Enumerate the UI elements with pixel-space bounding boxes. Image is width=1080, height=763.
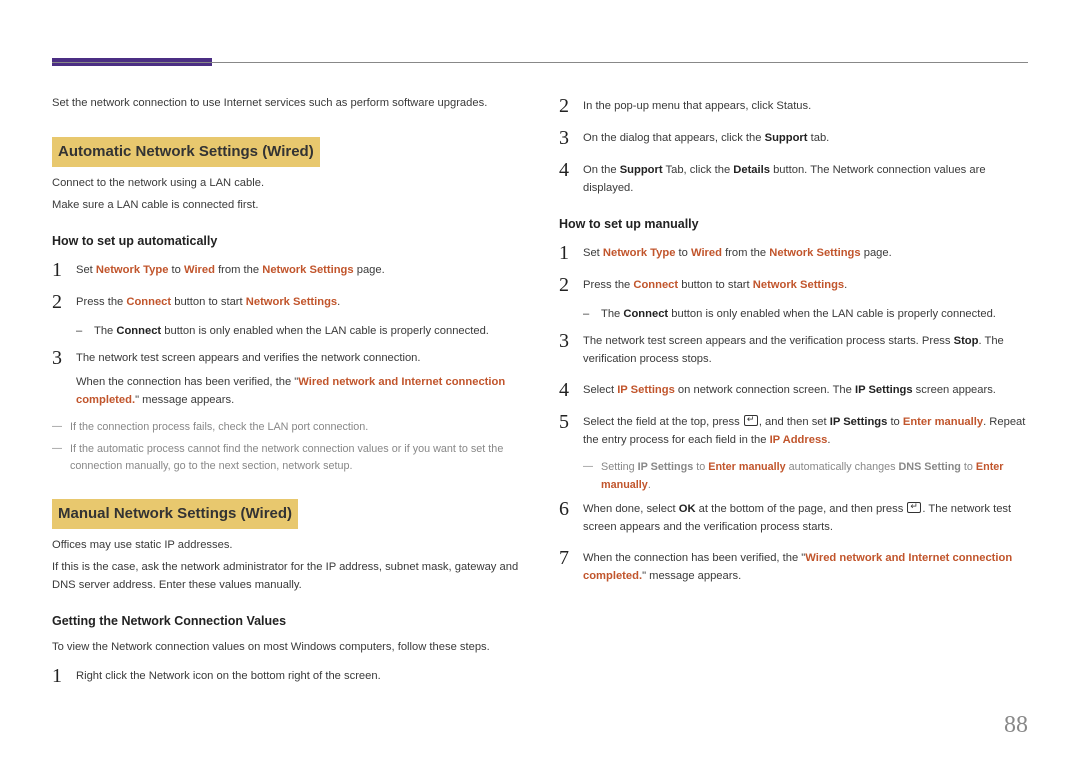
auto-desc-2: Make sure a LAN cable is connected first… — [52, 197, 521, 215]
manual-step-1: 1 Set Network Type to Wired from the Net… — [559, 242, 1028, 264]
intro-text: Set the network connection to use Intern… — [52, 95, 521, 113]
step-number: 5 — [559, 411, 583, 433]
values-step-2: 2 In the pop-up menu that appears, click… — [559, 95, 1028, 117]
page-body: Set the network connection to use Intern… — [52, 95, 1028, 697]
step-number: 1 — [52, 259, 76, 281]
step-body: On the dialog that appears, click the Su… — [583, 127, 1028, 148]
step-number: 2 — [52, 291, 76, 313]
step-body: The network test screen appears and the … — [583, 330, 1028, 369]
note-icon: ― — [52, 441, 70, 476]
right-column: 2 In the pop-up menu that appears, click… — [559, 95, 1028, 697]
step-number: 3 — [559, 330, 583, 352]
step-body: Press the Connect button to start Networ… — [76, 291, 521, 312]
step-body: Set Network Type to Wired from the Netwo… — [583, 242, 1028, 263]
auto-step-3: 3 The network test screen appears and ve… — [52, 347, 521, 410]
step-body: The network test screen appears and veri… — [76, 347, 521, 410]
heading-manual: Manual Network Settings (Wired) — [52, 499, 298, 529]
manual-step-2: 2 Press the Connect button to start Netw… — [559, 274, 1028, 296]
enter-key-icon — [907, 502, 921, 513]
subheading-auto-setup: How to set up automatically — [52, 231, 521, 251]
step-body: Right click the Network icon on the bott… — [76, 665, 521, 686]
left-column: Set the network connection to use Intern… — [52, 95, 521, 697]
heading-automatic: Automatic Network Settings (Wired) — [52, 137, 320, 167]
manual-step-4: 4 Select IP Settings on network connecti… — [559, 379, 1028, 401]
step-number: 1 — [52, 665, 76, 687]
manual-desc-1: Offices may use static IP addresses. — [52, 537, 521, 555]
subheading-manual-setup: How to set up manually — [559, 214, 1028, 234]
step-body: Press the Connect button to start Networ… — [583, 274, 1028, 295]
manual-step-6: 6 When done, select OK at the bottom of … — [559, 498, 1028, 537]
manual-step-3: 3 The network test screen appears and th… — [559, 330, 1028, 369]
page-number: 88 — [1004, 712, 1028, 739]
auto-note-2: ― If the automatic process cannot find t… — [52, 441, 521, 476]
step-body: Select IP Settings on network connection… — [583, 379, 1028, 400]
step-body: When done, select OK at the bottom of th… — [583, 498, 1028, 537]
step-number: 3 — [559, 127, 583, 149]
auto-step-2: 2 Press the Connect button to start Netw… — [52, 291, 521, 313]
auto-desc-1: Connect to the network using a LAN cable… — [52, 175, 521, 193]
note-icon: ― — [583, 459, 601, 494]
values-step-3: 3 On the dialog that appears, click the … — [559, 127, 1028, 149]
header-rule — [52, 62, 1028, 63]
step-number: 2 — [559, 274, 583, 296]
step-number: 4 — [559, 159, 583, 181]
auto-step-1: 1 Set Network Type to Wired from the Net… — [52, 259, 521, 281]
step-number: 6 — [559, 498, 583, 520]
step-number: 1 — [559, 242, 583, 264]
step-body: Select the field at the top, press , and… — [583, 411, 1028, 450]
manual-desc-2: If this is the case, ask the network adm… — [52, 559, 521, 595]
manual-step-5: 5 Select the field at the top, press , a… — [559, 411, 1028, 450]
dash-icon: ‒ — [76, 323, 94, 341]
note-icon: ― — [52, 419, 70, 436]
step-body: In the pop-up menu that appears, click S… — [583, 95, 1028, 116]
enter-key-icon — [744, 415, 758, 426]
manual-note: ― Setting IP Settings to Enter manually … — [559, 459, 1028, 494]
step-number: 7 — [559, 547, 583, 569]
step-body: On the Support Tab, click the Details bu… — [583, 159, 1028, 198]
values-desc: To view the Network connection values on… — [52, 639, 521, 657]
auto-note-1: ― If the connection process fails, check… — [52, 419, 521, 436]
auto-subnote: ‒ The Connect button is only enabled whe… — [52, 323, 521, 341]
manual-subnote: ‒ The Connect button is only enabled whe… — [559, 306, 1028, 324]
step-number: 2 — [559, 95, 583, 117]
step-body: When the connection has been verified, t… — [583, 547, 1028, 586]
values-step-1: 1 Right click the Network icon on the bo… — [52, 665, 521, 687]
step-body: Set Network Type to Wired from the Netwo… — [76, 259, 521, 280]
values-step-4: 4 On the Support Tab, click the Details … — [559, 159, 1028, 198]
manual-step-7: 7 When the connection has been verified,… — [559, 547, 1028, 586]
subheading-connection-values: Getting the Network Connection Values — [52, 611, 521, 631]
dash-icon: ‒ — [583, 306, 601, 324]
step-number: 3 — [52, 347, 76, 369]
step-number: 4 — [559, 379, 583, 401]
